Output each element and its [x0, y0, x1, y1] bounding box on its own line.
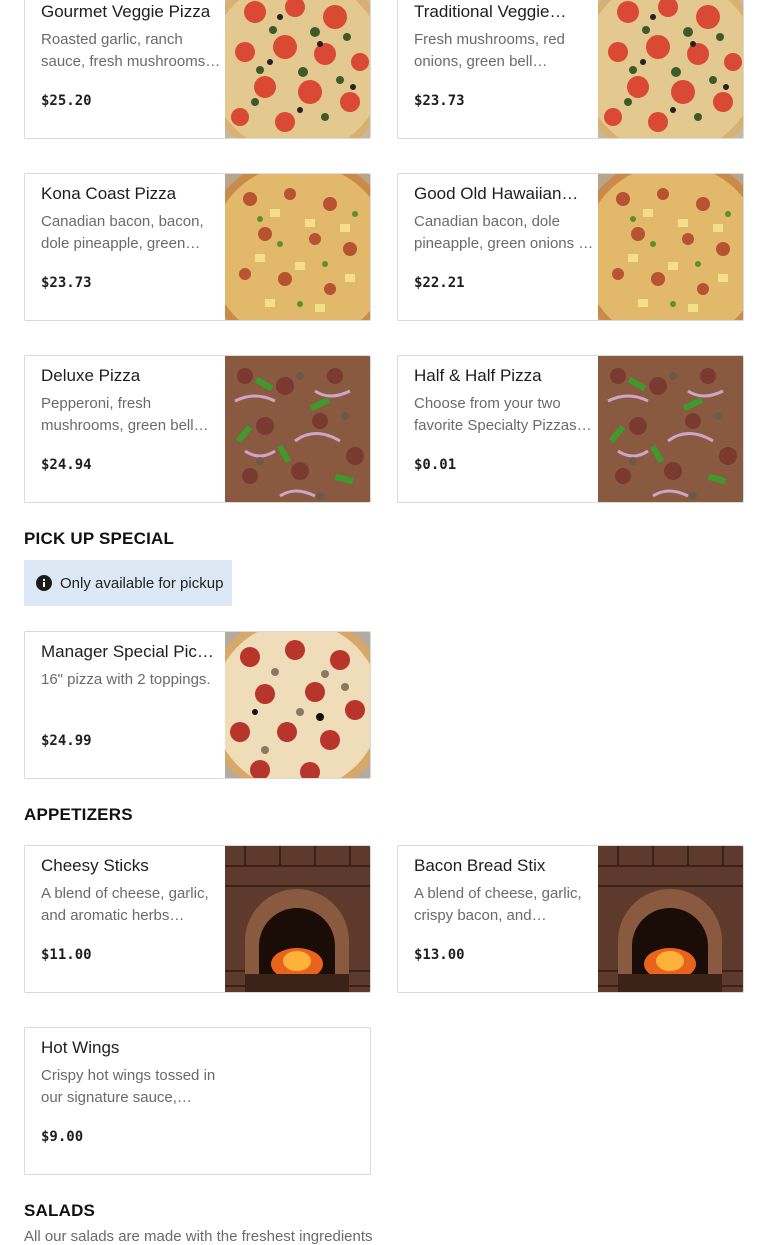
- item-name: Traditional Veggie…: [414, 2, 567, 21]
- section-title-salads: SALADS: [24, 1201, 96, 1220]
- pickup-notice-text: Only available for pickup: [60, 574, 224, 592]
- item-name: Good Old Hawaiian…: [414, 184, 579, 203]
- menu-item-card[interactable]: Deluxe Pizza Pepperoni, fresh mushrooms,…: [24, 355, 371, 503]
- item-name: Gourmet Veggie Pizza: [41, 2, 211, 21]
- item-price: $11.00: [41, 947, 92, 963]
- item-name: Manager Special Pic…: [41, 642, 214, 661]
- hawaiian-pizza-image: [225, 174, 370, 321]
- menu-item-card[interactable]: Bacon Bread Stix A blend of cheese, garl…: [397, 845, 744, 993]
- item-price: $24.94: [41, 457, 92, 473]
- item-description: Pepperoni, fresh mushrooms, green bell…: [41, 395, 209, 434]
- info-icon: [36, 575, 52, 591]
- item-description: Canadian bacon, bacon, dole pineapple, g…: [41, 213, 204, 252]
- section-title-pickup-special: PICK UP SPECIAL: [24, 529, 175, 548]
- item-price: $23.73: [41, 275, 92, 291]
- menu-item-card[interactable]: Good Old Hawaiian… Canadian bacon, dole …: [397, 173, 744, 321]
- item-name: Kona Coast Pizza: [41, 184, 177, 203]
- item-name: Half & Half Pizza: [414, 366, 542, 385]
- item-price: $0.01: [414, 457, 457, 473]
- item-price: $13.00: [414, 947, 465, 963]
- item-description: A blend of cheese, garlic, and aromatic …: [41, 885, 209, 924]
- item-description: Roasted garlic, ranch sauce, fresh mushr…: [41, 31, 221, 70]
- item-name: Cheesy Sticks: [41, 856, 149, 875]
- item-price: $24.99: [41, 733, 92, 749]
- section-title-appetizers: APPETIZERS: [24, 805, 133, 824]
- item-description: Crispy hot wings tossed in our signature…: [41, 1067, 216, 1106]
- item-description: Choose from your two favorite Specialty …: [414, 395, 592, 434]
- menu-item-card[interactable]: Traditional Veggie… Fresh mushrooms, red…: [397, 0, 744, 139]
- item-name: Deluxe Pizza: [41, 366, 141, 385]
- pepperoni-pizza-image: [225, 632, 370, 779]
- brick-oven-image: [225, 846, 370, 993]
- menu-item-card[interactable]: Cheesy Sticks A blend of cheese, garlic,…: [24, 845, 371, 993]
- menu-item-card[interactable]: Gourmet Veggie Pizza Roasted garlic, ran…: [24, 0, 371, 139]
- brick-oven-image: [598, 846, 743, 993]
- menu-item-card[interactable]: Kona Coast Pizza Canadian bacon, bacon, …: [24, 173, 371, 321]
- item-description: Canadian bacon, dole pineapple, green on…: [414, 213, 594, 252]
- hawaiian-pizza-image: [598, 174, 743, 321]
- veggie-pizza-image: [598, 0, 743, 139]
- section-description-salads: All our salads are made with the freshes…: [24, 1228, 373, 1245]
- pickup-notice: Only available for pickup: [24, 560, 232, 606]
- item-price: $9.00: [41, 1129, 84, 1145]
- veggie-pizza-image: [225, 0, 370, 139]
- menu-item-card[interactable]: Manager Special Pic… 16" pizza with 2 to…: [24, 631, 371, 779]
- item-name: Bacon Bread Stix: [414, 856, 546, 875]
- item-price: $23.73: [414, 93, 465, 109]
- menu-item-card[interactable]: Hot Wings Crispy hot wings tossed in our…: [24, 1027, 371, 1175]
- item-description: Fresh mushrooms, red onions, green bell …: [414, 31, 565, 70]
- deluxe-pizza-image: [225, 356, 370, 503]
- item-name: Hot Wings: [41, 1038, 120, 1057]
- item-price: $25.20: [41, 93, 92, 109]
- deluxe-pizza-image: [598, 356, 743, 503]
- item-description: 16" pizza with 2 toppings.: [41, 671, 211, 688]
- item-price: $22.21: [414, 275, 465, 291]
- item-description: A blend of cheese, garlic, crispy bacon,…: [414, 885, 582, 924]
- menu-item-card[interactable]: Half & Half Pizza Choose from your two f…: [397, 355, 744, 503]
